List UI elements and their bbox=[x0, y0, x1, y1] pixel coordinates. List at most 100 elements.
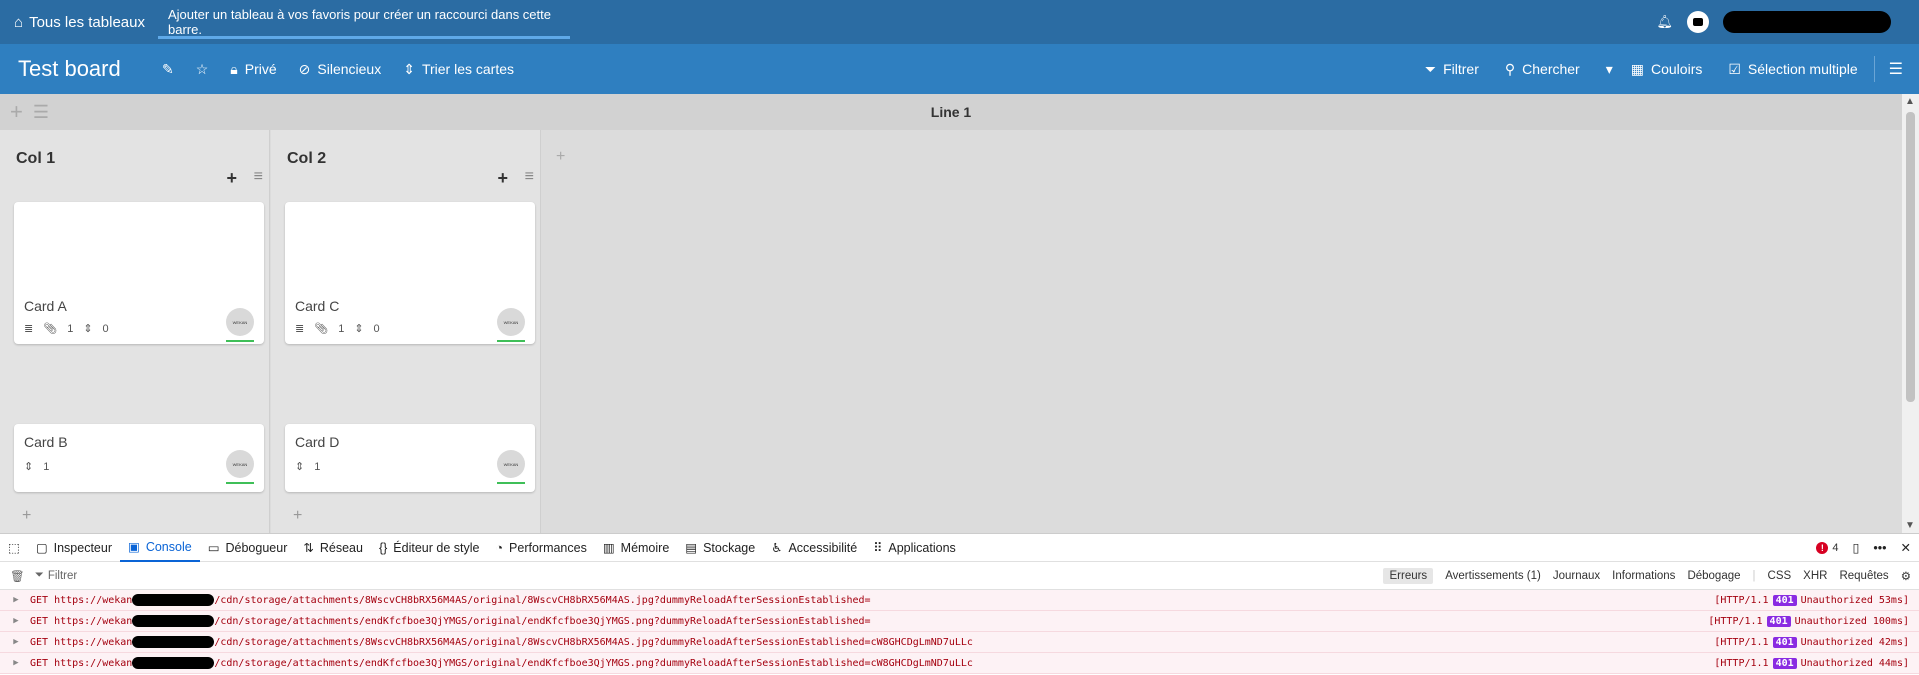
log-url[interactable]: https://wekan/cdn/storage/attachments/en… bbox=[54, 615, 871, 627]
expand-icon[interactable]: ▶ bbox=[8, 616, 24, 626]
tab-console[interactable]: ▣ Console bbox=[120, 534, 200, 562]
filter-button[interactable]: ⏷ Filtrer bbox=[1425, 61, 1479, 78]
expand-icon[interactable]: ▶ bbox=[8, 637, 24, 647]
add-list-icon[interactable]: + bbox=[556, 148, 565, 166]
log-method: GET bbox=[30, 657, 49, 669]
checklist-icon: ⇕ bbox=[83, 323, 93, 335]
log-url[interactable]: https://wekan/cdn/storage/attachments/8W… bbox=[54, 594, 871, 606]
devtools-tabs: ⬚ ▢ Inspecteur ▣ Console ▭ Débogueur ⇅ Résea… bbox=[0, 534, 1919, 562]
card-c[interactable]: Card C ≣ 📎︎ 1 ⇕ 0 WEKAN bbox=[285, 202, 535, 344]
star-board-button[interactable]: ☆ bbox=[196, 61, 209, 78]
expand-icon[interactable]: ▶ bbox=[8, 595, 24, 605]
board-menu-icon[interactable]: ☰ bbox=[1889, 59, 1919, 79]
sort-label: Trier les cartes bbox=[421, 61, 515, 77]
tab-label: Applications bbox=[888, 540, 956, 555]
settings-gear-icon[interactable]: ⚙ bbox=[1901, 569, 1911, 583]
multiselect-button[interactable]: ☑ Sélection multiple bbox=[1728, 61, 1857, 78]
swimlanes-icon: ▦ bbox=[1630, 60, 1644, 77]
close-icon[interactable]: ✕ bbox=[1901, 540, 1911, 555]
filter-input[interactable]: ⏷ Filtrer bbox=[35, 569, 1135, 582]
element-picker-icon[interactable]: ⬚ bbox=[0, 534, 28, 562]
trash-icon[interactable]: 🗑︎ bbox=[10, 569, 25, 583]
braces-icon: {} bbox=[378, 540, 388, 555]
log-row[interactable]: ▶ GET https://wekan/cdn/storage/attachme… bbox=[0, 653, 1919, 674]
card-b[interactable]: Card B ⇕ 1 WEKAN bbox=[14, 424, 264, 492]
view-dropdown-button[interactable]: ▾ bbox=[1606, 61, 1613, 78]
view-switcher[interactable]: ▦ Couloirs bbox=[1631, 61, 1703, 78]
search-button[interactable]: ⚲ Chercher bbox=[1505, 61, 1580, 78]
card-d[interactable]: Card D ⇕ 1 WEKAN bbox=[285, 424, 535, 492]
list-title[interactable]: Col 1 bbox=[16, 150, 55, 168]
notifications-bell-icon[interactable]: 🔔︎ bbox=[1656, 14, 1673, 30]
type-requests[interactable]: Requêtes bbox=[1839, 570, 1888, 582]
add-card-bottom-icon[interactable]: + bbox=[293, 507, 302, 525]
card-a[interactable]: Card A ≣ 📎︎ 1 ⇕ 0 WEKAN bbox=[14, 202, 264, 344]
tab-memory[interactable]: ▥ Mémoire bbox=[595, 534, 677, 562]
log-url[interactable]: https://wekan/cdn/storage/attachments/8W… bbox=[54, 636, 973, 648]
type-css[interactable]: CSS bbox=[1768, 570, 1792, 582]
user-avatar[interactable] bbox=[1687, 11, 1709, 33]
add-card-icon[interactable]: + bbox=[226, 168, 237, 189]
card-title: Card D bbox=[295, 434, 340, 450]
log-protocol: [HTTP/1.1 bbox=[1714, 636, 1769, 648]
description-icon: ≣ bbox=[295, 323, 305, 335]
scrollbar-thumb[interactable] bbox=[1906, 112, 1915, 402]
log-row[interactable]: ▶ GET https://wekan/cdn/storage/attachme… bbox=[0, 590, 1919, 611]
add-card-icon[interactable]: + bbox=[497, 168, 508, 189]
list-col-1: Col 1 + ≡ Card A ≣ 📎︎ 1 ⇕ 0 WEKAN Card B… bbox=[0, 130, 270, 533]
redaction bbox=[132, 636, 215, 648]
tab-inspector[interactable]: ▢ Inspecteur bbox=[28, 534, 120, 562]
expand-icon[interactable]: ▶ bbox=[8, 658, 24, 668]
tab-debugger[interactable]: ▭ Débogueur bbox=[200, 534, 296, 562]
watch-button[interactable]: ⊘ Silencieux bbox=[299, 61, 382, 78]
tab-accessibility[interactable]: ♿︎ Accessibilité bbox=[763, 534, 865, 562]
tab-storage[interactable]: ▤ Stockage bbox=[677, 534, 763, 562]
description-icon: ≣ bbox=[24, 323, 34, 335]
list-menu-icon[interactable]: ≡ bbox=[525, 168, 534, 186]
member-avatar[interactable]: WEKAN bbox=[497, 308, 525, 342]
responsive-mode-icon[interactable]: ▯ bbox=[1852, 540, 1859, 555]
home-icon: ⌂ bbox=[14, 13, 24, 31]
tab-label: Console bbox=[145, 539, 192, 554]
level-info[interactable]: Informations bbox=[1612, 570, 1675, 582]
add-card-bottom-icon[interactable]: + bbox=[22, 507, 31, 525]
error-counter[interactable]: ! 4 bbox=[1816, 541, 1838, 554]
log-url-end: /cdn/storage/attachments/endKfcfboe3QjYM… bbox=[214, 616, 871, 627]
log-url[interactable]: https://wekan/cdn/storage/attachments/en… bbox=[54, 657, 973, 669]
edit-board-button[interactable]: ✎ bbox=[162, 61, 174, 78]
console-filter-bar: 🗑︎ ⏷ Filtrer Erreurs Avertissements (1) … bbox=[0, 562, 1919, 590]
divider bbox=[1873, 56, 1875, 82]
board-title[interactable]: Test board bbox=[0, 56, 140, 82]
level-logs[interactable]: Journaux bbox=[1553, 570, 1600, 582]
log-status: Unauthorized 53ms] bbox=[1800, 594, 1909, 606]
privacy-button[interactable]: 🔒︎ Privé bbox=[230, 61, 276, 78]
level-debug[interactable]: Débogage bbox=[1687, 570, 1740, 582]
type-xhr[interactable]: XHR bbox=[1803, 570, 1827, 582]
tab-style-editor[interactable]: {} Éditeur de style bbox=[371, 534, 488, 562]
tab-label: Mémoire bbox=[620, 540, 670, 555]
member-avatar[interactable]: WEKAN bbox=[497, 450, 525, 484]
sort-icon: ⇕ bbox=[295, 461, 305, 473]
tab-performance[interactable]: ◔ Performances bbox=[487, 534, 594, 562]
list-menu-icon[interactable]: ≡ bbox=[254, 168, 263, 186]
all-boards-link[interactable]: ⌂ Tous les tableaux bbox=[0, 14, 156, 31]
level-errors[interactable]: Erreurs bbox=[1383, 567, 1434, 584]
level-warnings[interactable]: Avertissements (1) bbox=[1445, 570, 1541, 582]
sort-cards-button[interactable]: ⇕ Trier les cartes bbox=[403, 61, 514, 78]
tab-applications[interactable]: ⠿ Applications bbox=[865, 534, 964, 562]
member-avatar[interactable]: WEKAN bbox=[226, 308, 254, 342]
log-row[interactable]: ▶ GET https://wekan/cdn/storage/attachme… bbox=[0, 611, 1919, 632]
member-avatar[interactable]: WEKAN bbox=[226, 450, 254, 484]
tab-network[interactable]: ⇅ Réseau bbox=[295, 534, 371, 562]
checklist-count: 0 bbox=[102, 322, 109, 335]
log-method: GET bbox=[30, 636, 49, 648]
board-scrollbar[interactable]: ▲ ▼ bbox=[1902, 94, 1919, 533]
log-status: Unauthorized 100ms] bbox=[1794, 615, 1909, 627]
log-row[interactable]: ▶ GET https://wekan/cdn/storage/attachme… bbox=[0, 632, 1919, 653]
scroll-down-icon[interactable]: ▼ bbox=[1905, 520, 1915, 531]
more-options-icon[interactable]: ••• bbox=[1873, 541, 1886, 555]
accessibility-icon: ♿︎ bbox=[771, 541, 783, 555]
list-title[interactable]: Col 2 bbox=[287, 150, 326, 168]
swimlane-title: Line 1 bbox=[930, 104, 972, 120]
scroll-up-icon[interactable]: ▲ bbox=[1905, 96, 1915, 107]
